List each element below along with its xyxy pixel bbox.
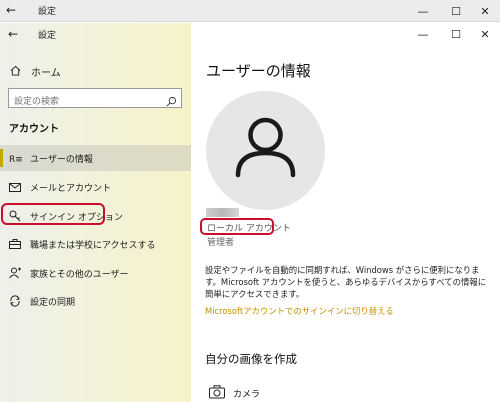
create-picture-heading: 自分の画像を作成 xyxy=(205,352,297,366)
camera-label: カメラ xyxy=(233,390,261,400)
sidebar-item-label: 設定の同期 xyxy=(30,297,76,308)
account-type-highlight xyxy=(200,218,274,235)
sidebar-item-sync[interactable]: 設定の同期 xyxy=(0,288,191,314)
sidebar-section-heading: アカウント xyxy=(9,124,59,135)
sign-in-options-highlight xyxy=(1,203,105,225)
sidebar-item-label: 職場または学校にアクセスする xyxy=(30,240,156,251)
sync-description: 設定やファイルを自動的に同期すれば、Windows がさらに便利になります。Mi… xyxy=(205,265,487,299)
outer-window-title: 設定 xyxy=(38,7,57,17)
search-box[interactable] xyxy=(8,88,182,111)
sidebar-home[interactable]: ホーム xyxy=(10,64,61,79)
window-title: 設定 xyxy=(38,31,57,41)
outer-close-button[interactable]: ✕ xyxy=(470,0,500,22)
user-silhouette-icon xyxy=(235,117,296,178)
main-content: ユーザーの情報 ローカル アカウント 管理者 設定やファイルを自動的に同期すれば… xyxy=(191,45,500,402)
sidebar-item-label: ユーザーの情報 xyxy=(30,154,93,165)
outer-maximize-button[interactable]: ☐ xyxy=(441,0,471,22)
user-info-icon: R≡ xyxy=(0,153,30,163)
mail-icon xyxy=(0,182,30,192)
home-icon xyxy=(10,65,21,79)
sidebar-home-label: ホーム xyxy=(31,68,61,79)
outer-minimize-button[interactable]: — xyxy=(408,0,438,22)
active-indicator xyxy=(0,149,3,167)
sync-icon xyxy=(0,295,30,307)
sidebar-item-mail[interactable]: メールとアカウント xyxy=(0,174,191,200)
search-input[interactable] xyxy=(9,93,159,111)
sidebar-item-family[interactable]: 家族とその他のユーザー xyxy=(0,260,191,286)
sidebar-item-user-info[interactable]: R≡ ユーザーの情報 xyxy=(0,145,191,171)
camera-icon xyxy=(209,385,225,402)
switch-to-microsoft-account-link[interactable]: Microsoftアカウントでのサインインに切り替える xyxy=(205,305,394,317)
sidebar-item-work-school[interactable]: 職場または学校にアクセスする xyxy=(0,231,191,257)
minimize-button[interactable]: — xyxy=(408,23,438,45)
back-arrow-icon[interactable]: ← xyxy=(8,27,18,41)
sidebar-item-label: 家族とその他のユーザー xyxy=(30,269,129,280)
account-role: 管理者 xyxy=(207,238,235,248)
blurred-username xyxy=(206,208,239,217)
camera-option[interactable]: カメラ xyxy=(209,385,260,402)
briefcase-icon xyxy=(0,239,30,249)
person-add-icon xyxy=(0,267,30,279)
svg-text:R≡: R≡ xyxy=(9,155,22,163)
page-title: ユーザーの情報 xyxy=(206,62,311,80)
search-icon[interactable] xyxy=(166,92,177,111)
sidebar-item-label: メールとアカウント xyxy=(30,183,112,194)
avatar xyxy=(206,91,325,210)
back-arrow-icon[interactable]: ← xyxy=(6,3,22,19)
maximize-button[interactable]: ☐ xyxy=(441,23,471,45)
close-button[interactable]: ✕ xyxy=(470,23,500,45)
outer-window-titlebar: ← 設定 — ☐ ✕ xyxy=(0,0,500,22)
